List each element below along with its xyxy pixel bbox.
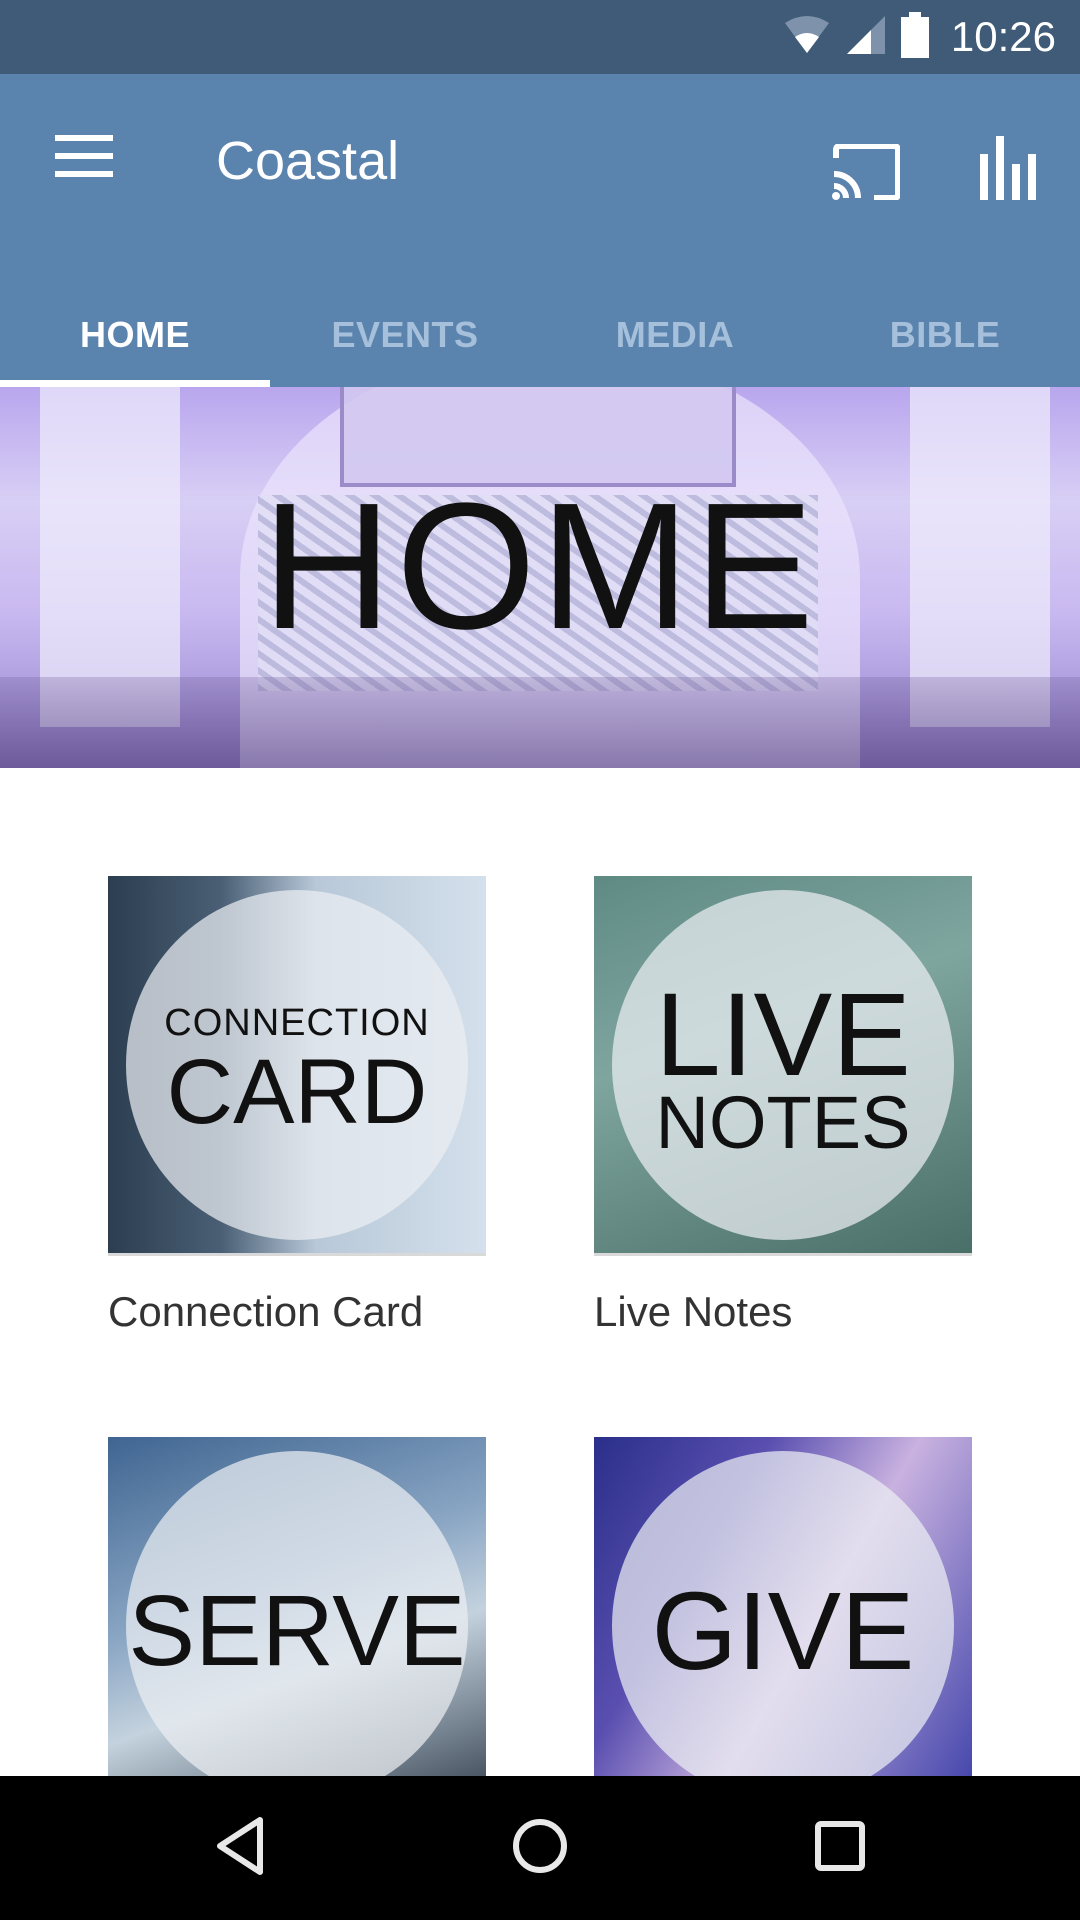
cell-signal-icon xyxy=(845,14,887,61)
status-time: 10:26 xyxy=(950,13,1056,60)
cast-icon xyxy=(832,142,901,205)
tile-connection-card[interactable]: CONNECTION CARD Connection Card xyxy=(108,876,486,1335)
wifi-icon xyxy=(783,15,831,60)
tile-art-line2: NOTES xyxy=(655,1081,911,1164)
tab-events[interactable]: EVENTS xyxy=(270,314,540,387)
hero-crowd xyxy=(0,677,1080,768)
home-circle-icon xyxy=(512,1818,568,1879)
tile-serve[interactable]: SERVE xyxy=(108,1437,486,1817)
hamburger-menu-icon xyxy=(55,134,113,182)
back-triangle-icon xyxy=(214,1816,266,1881)
app-bar: Coastal HOME EVENTS MEDIA BIBLE xyxy=(0,74,1080,387)
tab-media[interactable]: MEDIA xyxy=(540,314,810,387)
tile-live-notes[interactable]: LIVE NOTES Live Notes xyxy=(594,876,972,1335)
tile-label: Live Notes xyxy=(594,1288,793,1335)
tile-give[interactable]: GIVE xyxy=(594,1437,972,1817)
hero-title: HOME xyxy=(262,466,818,667)
cast-button[interactable] xyxy=(818,126,914,222)
tile-image: CONNECTION CARD xyxy=(108,876,486,1256)
stats-button[interactable] xyxy=(960,120,1056,220)
tile-art-line1: GIVE xyxy=(651,1570,915,1693)
menu-button[interactable] xyxy=(40,114,128,202)
home-button[interactable] xyxy=(492,1812,588,1884)
tile-image: SERVE xyxy=(108,1437,486,1817)
tile-art-line1: SERVE xyxy=(128,1575,466,1687)
back-button[interactable] xyxy=(192,1812,288,1884)
tab-home[interactable]: HOME xyxy=(0,314,270,387)
tab-indicator xyxy=(0,380,270,387)
tile-art-line1: CONNECTION xyxy=(164,1002,430,1044)
hero-banner[interactable]: HOME xyxy=(0,387,1080,768)
recents-button[interactable] xyxy=(792,1812,888,1884)
bar-chart-icon xyxy=(980,135,1036,205)
battery-icon xyxy=(900,11,929,63)
tile-art-line2: CARD xyxy=(166,1041,428,1143)
tile-label: Connection Card xyxy=(108,1288,424,1335)
recents-square-icon xyxy=(814,1820,866,1877)
tile-art-line1: LIVE xyxy=(655,969,911,1101)
status-bar: 10:26 xyxy=(0,0,1080,74)
tab-bar: HOME EVENTS MEDIA BIBLE xyxy=(0,314,1080,387)
app-title: Coastal xyxy=(216,131,400,191)
system-nav-bar xyxy=(0,1776,1080,1920)
tab-bible[interactable]: BIBLE xyxy=(810,314,1080,387)
tile-image: GIVE xyxy=(594,1437,972,1817)
tile-image: LIVE NOTES xyxy=(594,876,972,1256)
